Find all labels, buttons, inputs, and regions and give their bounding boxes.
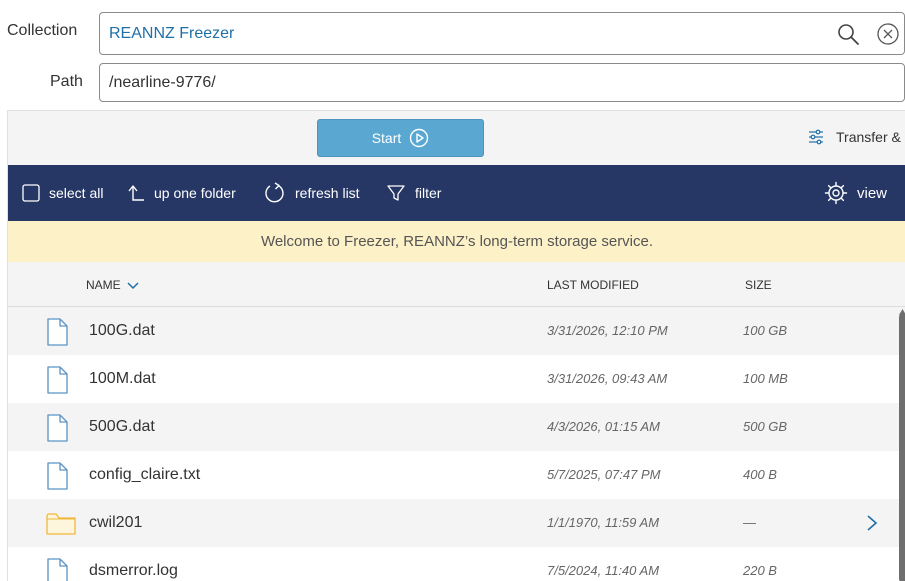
table-row[interactable]: cwil201 1/1/1970, 11:59 AM — [8, 499, 905, 547]
path-label: Path [50, 73, 83, 90]
column-header: NAME LAST MODIFIED SIZE [8, 262, 905, 307]
table-row[interactable]: 100G.dat 3/31/2026, 12:10 PM 100 GB [8, 307, 905, 355]
table-row[interactable]: dsmerror.log 7/5/2024, 11:40 AM 220 B [8, 547, 905, 581]
sliders-icon [809, 129, 823, 145]
file-modified: 1/1/1970, 11:59 AM [547, 515, 660, 530]
file-modified: 3/31/2026, 12:10 PM [547, 323, 668, 338]
table-row[interactable]: 100M.dat 3/31/2026, 09:43 AM 100 MB [8, 355, 905, 403]
select-all-label: select all [49, 185, 104, 201]
file-name: config_claire.txt [89, 466, 201, 483]
filter-icon [387, 185, 405, 201]
file-icon [46, 462, 68, 495]
file-size: 400 B [743, 467, 777, 482]
file-name: dsmerror.log [89, 562, 178, 579]
file-name: 100G.dat [89, 322, 155, 339]
chevron-down-icon [127, 282, 139, 290]
folder-icon [46, 511, 76, 540]
view-button[interactable]: view [824, 165, 887, 221]
file-size: 100 GB [743, 323, 788, 338]
file-size: 500 GB [743, 419, 788, 434]
chevron-right-icon[interactable] [866, 514, 878, 537]
file-icon [46, 366, 68, 399]
path-input[interactable]: /nearline-9776/ [99, 63, 905, 102]
file-size: 220 B [743, 563, 777, 578]
up-arrow-icon [128, 185, 144, 201]
file-name: cwil201 [89, 514, 143, 531]
transfer-label: Transfer & [836, 129, 901, 145]
size-column-header[interactable]: SIZE [745, 278, 772, 292]
view-label: view [857, 184, 888, 202]
refresh-list-button[interactable]: refresh list [264, 165, 360, 221]
start-label: Start [371, 130, 402, 146]
up-one-folder-button[interactable]: up one folder [125, 165, 236, 221]
table-row[interactable]: config_claire.txt 5/7/2025, 07:47 PM 400 B [8, 451, 905, 499]
filter-label: filter [415, 185, 442, 201]
file-modified: 7/5/2024, 11:40 AM [547, 563, 660, 578]
play-circle-icon [410, 128, 429, 148]
file-list: 100G.dat 3/31/2026, 12:10 PM 100 GB 100M.da… [8, 307, 905, 581]
file-manager-panel: Start Transfer & select all up one folde… [7, 110, 905, 581]
last-modified-column-header[interactable]: LAST MODIFIED [547, 278, 639, 292]
welcome-banner: Welcome to Freezer, REANNZ’s long-term s… [8, 221, 905, 262]
gear-icon [824, 181, 848, 205]
welcome-text: Welcome to Freezer, REANNZ’s long-term s… [260, 233, 654, 250]
file-icon [46, 558, 68, 581]
start-button[interactable]: Start [317, 119, 484, 157]
file-modified: 3/31/2026, 09:43 AM [547, 371, 668, 386]
file-name: 500G.dat [89, 418, 155, 435]
file-size: — [743, 515, 756, 530]
file-modified: 5/7/2025, 07:47 PM [547, 467, 661, 482]
collection-label: Collection [7, 22, 78, 39]
file-size: 100 MB [743, 371, 788, 386]
file-icon [46, 318, 68, 351]
checkbox-icon [22, 184, 40, 202]
select-all-button[interactable]: select all [22, 165, 103, 221]
refresh-icon [265, 182, 284, 203]
up-one-folder-label: up one folder [154, 185, 236, 201]
table-row[interactable]: 500G.dat 4/3/2026, 01:15 AM 500 GB [8, 403, 905, 451]
refresh-list-label: refresh list [295, 185, 360, 201]
clear-icon[interactable] [876, 22, 900, 46]
name-column-label: NAME [86, 278, 121, 292]
collection-input[interactable]: REANNZ Freezer [99, 12, 905, 55]
file-modified: 4/3/2026, 01:15 AM [547, 419, 660, 434]
name-column-header[interactable]: NAME [86, 278, 139, 292]
filter-button[interactable]: filter [386, 165, 441, 221]
collection-value: REANNZ Freezer [109, 24, 235, 42]
path-value: /nearline-9776/ [109, 73, 216, 91]
file-icon [46, 414, 68, 447]
search-icon[interactable] [836, 22, 860, 46]
file-name: 100M.dat [89, 370, 156, 387]
file-toolbar: select all up one folder refresh list fi… [8, 165, 905, 221]
transfer-options-button[interactable]: Transfer & [808, 129, 901, 145]
scrollbar[interactable] [899, 314, 905, 581]
